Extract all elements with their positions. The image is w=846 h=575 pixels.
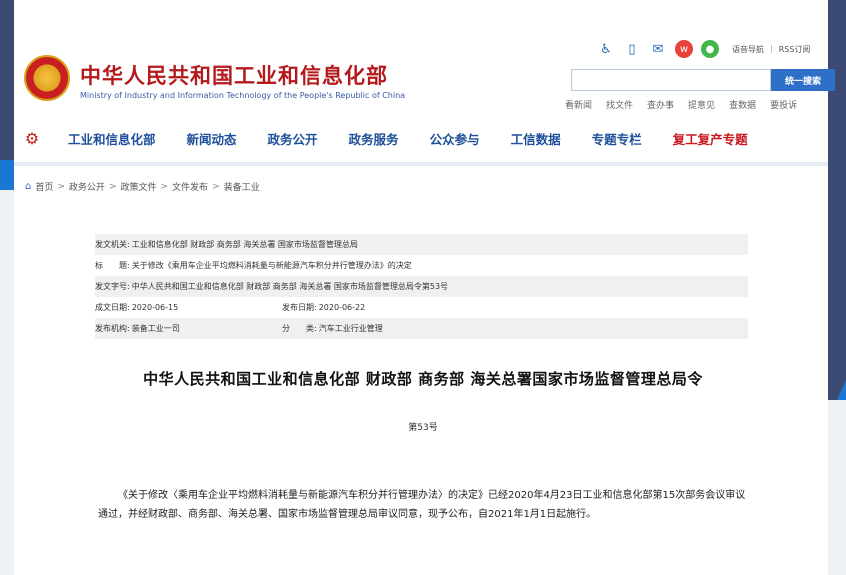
quick-link-data[interactable]: 查数据: [729, 98, 756, 111]
national-emblem-icon: [24, 55, 70, 101]
nav-item-ministry[interactable]: 工业和信息化部: [68, 129, 156, 148]
nav-item-resumption[interactable]: 复工复产专题: [673, 129, 748, 148]
meta-value: 工业和信息化部 财政部 商务部 海关总署 国家市场监督管理总局: [131, 240, 358, 249]
meta-label: 发布机构:: [95, 324, 130, 333]
meta-row: 成文日期: 2020-06-15 发布日期: 2020-06-22: [95, 297, 748, 318]
meta-row: 发文机关: 工业和信息化部 财政部 商务部 海关总署 国家市场监督管理总局: [95, 234, 748, 255]
quick-link-files[interactable]: 找文件: [606, 98, 633, 111]
right-edge-decoration: [828, 0, 846, 410]
header-divider: [14, 162, 828, 166]
meta-value: 中华人民共和国工业和信息化部 财政部 商务部 海关总署 国家市场监督管理总局令第…: [131, 282, 449, 291]
document-metadata: 发文机关: 工业和信息化部 财政部 商务部 海关总署 国家市场监督管理总局 标 …: [95, 234, 748, 339]
ministry-logo-icon[interactable]: ⚙: [22, 129, 42, 148]
meta-row: 发布机构: 装备工业一司 分 类: 汽车工业行业管理: [95, 318, 748, 339]
weibo-icon[interactable]: w: [675, 40, 693, 58]
meta-label: 发文机关:: [95, 240, 130, 249]
document-body: 《关于修改〈乘用车企业平均燃料消耗量与新能源汽车积分并行管理办法〉的决定》已经2…: [98, 490, 746, 520]
document-title: 中华人民共和国工业和信息化部 财政部 商务部 海关总署国家市场监督管理总局令: [143, 370, 703, 388]
meta-label: 发文字号:: [95, 282, 130, 291]
meta-organization: 发布机构: 装备工业一司: [95, 323, 282, 334]
breadcrumb-separator: >: [212, 181, 220, 192]
search-input[interactable]: [571, 69, 771, 91]
mobile-icon[interactable]: ▯: [623, 40, 641, 58]
quick-link-feedback[interactable]: 提意见: [688, 98, 715, 111]
left-edge-decoration: [0, 0, 14, 160]
breadcrumb-public-affairs[interactable]: 政务公开: [69, 180, 105, 193]
breadcrumb: ⌂ 首页 > 政务公开 > 政策文件 > 文件发布 > 装备工业: [25, 180, 260, 193]
meta-label: 发布日期:: [282, 303, 317, 312]
meta-value: 2020-06-22: [318, 303, 366, 312]
nav-item-participation[interactable]: 公众参与: [430, 129, 480, 148]
meta-label: 分 类:: [282, 324, 317, 333]
site-title[interactable]: 中华人民共和国工业和信息化部: [80, 60, 388, 90]
meta-row: 发文字号: 中华人民共和国工业和信息化部 财政部 商务部 海关总署 国家市场监督…: [95, 276, 748, 297]
main-nav: ⚙ 工业和信息化部 新闻动态 政务公开 政务服务 公众参与 工信数据 专题专栏 …: [22, 128, 812, 148]
nav-item-public-affairs[interactable]: 政务公开: [268, 129, 318, 148]
breadcrumb-separator: >: [160, 181, 169, 192]
meta-written-date: 成文日期: 2020-06-15: [95, 302, 282, 313]
meta-value: 2020-06-15: [131, 303, 179, 312]
nav-item-data[interactable]: 工信数据: [511, 129, 561, 148]
mail-icon[interactable]: ✉: [649, 40, 667, 58]
nav-item-topics[interactable]: 专题专栏: [592, 129, 642, 148]
meta-category: 分 类: 汽车工业行业管理: [282, 323, 383, 334]
meta-value: 装备工业一司: [131, 324, 180, 333]
nav-item-services[interactable]: 政务服务: [349, 129, 399, 148]
voice-navigation-link[interactable]: 语音导航: [732, 44, 764, 55]
search-button[interactable]: 统一搜索: [771, 69, 835, 91]
meta-issuer: 发文机关: 工业和信息化部 财政部 商务部 海关总署 国家市场监督管理总局: [95, 239, 358, 250]
site-subtitle: Ministry of Industry and Information Tec…: [80, 91, 406, 100]
rss-link[interactable]: RSS订阅: [779, 44, 811, 55]
quick-link-services[interactable]: 查办事: [647, 98, 674, 111]
breadcrumb-policy-files[interactable]: 政策文件: [120, 180, 156, 193]
wechat-icon[interactable]: ●: [701, 40, 719, 58]
home-icon: ⌂: [25, 181, 32, 192]
meta-label: 标 题:: [95, 261, 130, 270]
breadcrumb-separator: >: [57, 181, 65, 192]
meta-published-date: 发布日期: 2020-06-22: [282, 302, 365, 313]
nav-item-news[interactable]: 新闻动态: [187, 129, 237, 148]
link-separator: |: [770, 44, 773, 53]
top-icons: ♿ ▯ ✉ w ●: [597, 40, 719, 58]
breadcrumb-equipment[interactable]: 装备工业: [224, 180, 260, 193]
meta-label: 成文日期:: [95, 303, 130, 312]
left-edge-accent: [0, 160, 14, 190]
meta-title: 标 题: 关于修改《乘用车企业平均燃料消耗量与新能源汽车积分并行管理办法》的决定: [95, 260, 412, 271]
top-links: 语音导航 | RSS订阅: [732, 44, 810, 55]
meta-value: 汽车工业行业管理: [318, 324, 383, 333]
meta-row: 标 题: 关于修改《乘用车企业平均燃料消耗量与新能源汽车积分并行管理办法》的决定: [95, 255, 748, 276]
quick-link-complaint[interactable]: 要投诉: [770, 98, 797, 111]
accessibility-icon[interactable]: ♿: [597, 40, 615, 58]
breadcrumb-separator: >: [108, 181, 117, 192]
quick-links: 看新闻 找文件 查办事 提意见 查数据 要投诉: [565, 98, 797, 111]
quick-link-news[interactable]: 看新闻: [565, 98, 592, 111]
meta-doc-number: 发文字号: 中华人民共和国工业和信息化部 财政部 商务部 海关总署 国家市场监督…: [95, 281, 448, 292]
breadcrumb-home[interactable]: 首页: [35, 180, 53, 193]
document-number: 第53号: [408, 423, 438, 433]
breadcrumb-file-release[interactable]: 文件发布: [172, 180, 208, 193]
meta-value: 关于修改《乘用车企业平均燃料消耗量与新能源汽车积分并行管理办法》的决定: [131, 261, 412, 270]
